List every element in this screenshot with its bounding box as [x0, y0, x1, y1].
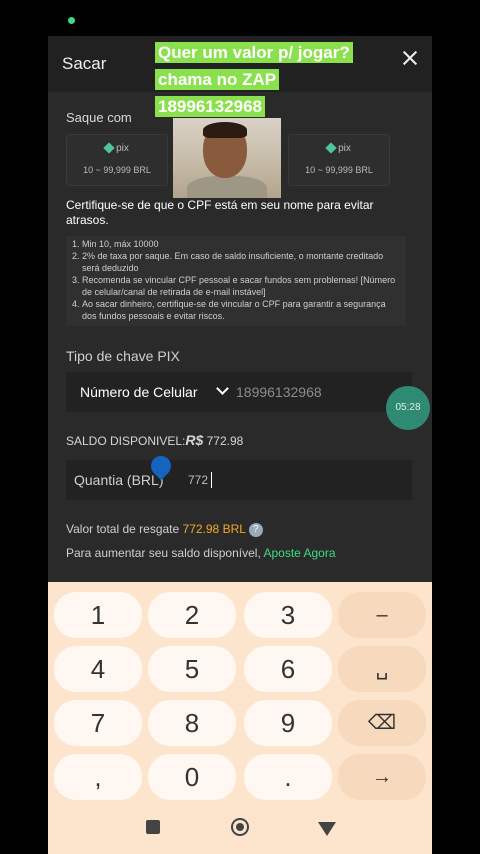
- video-overlay: [173, 118, 281, 198]
- backspace-icon[interactable]: ⌫: [338, 700, 426, 746]
- chevron-down-icon[interactable]: [216, 382, 229, 395]
- timer-badge[interactable]: 05:28: [386, 386, 430, 430]
- pix-type-label: Tipo de chave PIX: [66, 348, 180, 364]
- saldo-value: 772.98: [206, 434, 244, 448]
- key-4[interactable]: 4: [54, 646, 142, 692]
- total-withdraw: Valor total de resgate 772.98 BRL ?: [66, 522, 263, 537]
- pix-key-value[interactable]: 18996132968: [236, 384, 322, 400]
- home-icon[interactable]: [231, 818, 249, 836]
- key-9[interactable]: 9: [244, 700, 332, 746]
- cpf-notice: Certifique-se de que o CPF está em seu n…: [66, 198, 374, 227]
- pix-key-select[interactable]: Número de Celular 18996132968: [66, 372, 412, 412]
- key-comma[interactable]: ,: [54, 754, 142, 800]
- back-icon[interactable]: [318, 822, 336, 836]
- pix-option-1[interactable]: pix 10 ~ 99,999 BRL: [66, 134, 168, 186]
- pix-range: 10 ~ 99,999 BRL: [305, 165, 373, 175]
- key-space[interactable]: ␣: [338, 646, 426, 692]
- status-indicator: [68, 17, 75, 24]
- help-icon[interactable]: ?: [248, 523, 263, 537]
- key-0[interactable]: 0: [148, 754, 236, 800]
- amount-label: Quantia (BRL): [74, 472, 164, 488]
- rule-item: 2% de taxa por saque. Em caso de saldo i…: [82, 250, 402, 274]
- aposte-agora-link[interactable]: Aposte Agora: [263, 546, 335, 560]
- pix-range: 10 ~ 99,999 BRL: [83, 165, 151, 175]
- zap-promo-text: Quer um valor p/ jogar? chama no ZAP 189…: [155, 40, 353, 121]
- saldo-disponivel: SALDO DISPONIVEL:R$ 772.98: [66, 432, 244, 448]
- key-3[interactable]: 3: [244, 592, 332, 638]
- key-5[interactable]: 5: [148, 646, 236, 692]
- pix-option-2[interactable]: pix 10 ~ 99,999 BRL: [288, 134, 390, 186]
- amount-input[interactable]: Quantia (BRL) 772: [66, 460, 412, 500]
- increase-balance: Para aumentar seu saldo disponível, Apos…: [66, 546, 336, 560]
- key-2[interactable]: 2: [148, 592, 236, 638]
- key-minus[interactable]: –: [338, 592, 426, 638]
- rules-list: Min 10, máx 10000 2% de taxa por saque. …: [66, 236, 406, 326]
- key-8[interactable]: 8: [148, 700, 236, 746]
- pix-type-value[interactable]: Número de Celular: [80, 384, 198, 400]
- key-period[interactable]: .: [244, 754, 332, 800]
- rule-item: Ao sacar dinheiro, certifique-se de vinc…: [82, 298, 402, 322]
- amount-value[interactable]: 772: [188, 473, 208, 487]
- key-6[interactable]: 6: [244, 646, 332, 692]
- rule-item: Recomenda se vincular CPF pessoal e saca…: [82, 274, 402, 298]
- pix-logo-icon: pix: [67, 142, 167, 155]
- rule-item: Min 10, máx 10000: [82, 238, 402, 250]
- withdraw-screen: Sacar Saque com pix 10 ~ 99,999 BRL pix …: [48, 36, 432, 854]
- page-title: Sacar: [62, 54, 107, 73]
- text-caret: [211, 472, 212, 488]
- key-1[interactable]: 1: [54, 592, 142, 638]
- saque-label: Saque com: [66, 110, 132, 125]
- close-icon[interactable]: [402, 50, 418, 66]
- recents-icon[interactable]: [146, 820, 160, 834]
- enter-arrow-icon[interactable]: →: [338, 754, 426, 800]
- key-7[interactable]: 7: [54, 700, 142, 746]
- total-amount: 772.98 BRL: [182, 522, 246, 536]
- pix-logo-icon: pix: [289, 142, 389, 155]
- numeric-keyboard: 1 2 3 – 4 5 6 ␣ 7 8 9 ⌫ , 0 . →: [48, 582, 432, 854]
